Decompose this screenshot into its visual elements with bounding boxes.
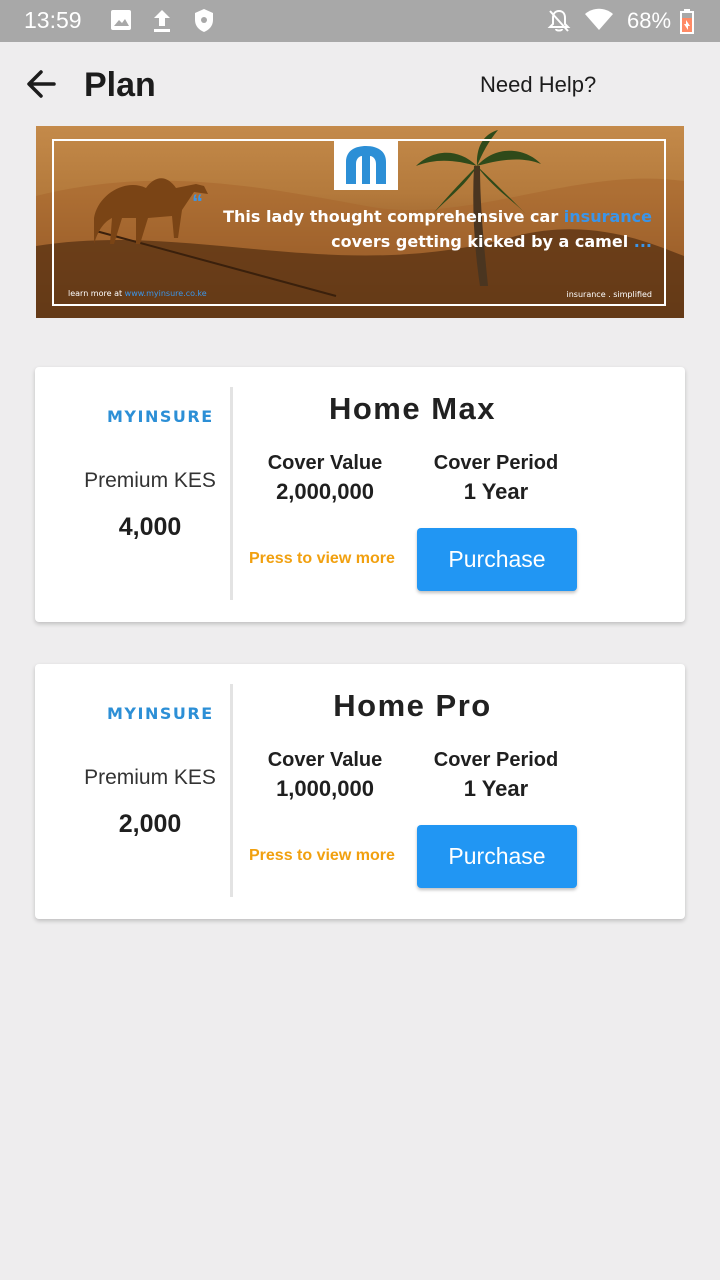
- cover-period: 1 Year: [463, 776, 529, 801]
- shield-icon: [195, 9, 213, 32]
- cover-period-block: Cover Period 1 Year: [406, 749, 586, 802]
- banner-quote-ellipsis: ...: [633, 232, 652, 251]
- cover-period-block: Cover Period 1 Year: [406, 452, 586, 505]
- cover-period-label: Cover Period: [433, 452, 559, 474]
- page-title: Plan: [84, 66, 156, 104]
- banner-learn-more: learn more at www.myinsure.co.ke: [68, 289, 207, 298]
- myinsure-m-icon: [346, 146, 386, 184]
- status-bar: 13:59 68%: [0, 0, 720, 42]
- wifi-icon: [585, 8, 613, 30]
- cover-period: 1 Year: [463, 479, 529, 504]
- banner-quote-highlight: insurance: [563, 207, 652, 226]
- learn-more-prefix: learn more at: [68, 289, 125, 298]
- notifications-off-icon: [547, 9, 571, 32]
- cover-value-label: Cover Value: [267, 452, 383, 474]
- plan-name: Home Pro: [333, 688, 492, 723]
- banner-quote-line-1: This lady thought comprehensive car: [223, 207, 564, 226]
- myinsure-brand-logo: MYINSURE: [107, 407, 214, 426]
- purchase-button[interactable]: Purchase: [417, 825, 577, 888]
- cover-value: 2,000,000: [276, 479, 374, 504]
- back-arrow-icon[interactable]: [24, 66, 60, 102]
- battery-percent: 68%: [627, 8, 672, 33]
- learn-more-link[interactable]: www.myinsure.co.ke: [125, 289, 207, 298]
- banner-tagline: insurance . simplified: [566, 290, 653, 299]
- card-divider: [230, 684, 233, 897]
- status-time: 13:59: [24, 7, 82, 33]
- battery-charging-icon: [680, 9, 694, 34]
- plan-card[interactable]: MYINSURE Premium KES 2,000 Home Pro Cove…: [35, 664, 685, 919]
- view-more-link[interactable]: Press to view more: [249, 847, 395, 865]
- upload-icon: [154, 10, 170, 32]
- banner-quote: This lady thought comprehensive car insu…: [223, 204, 652, 254]
- myinsure-logo-badge: [334, 140, 398, 190]
- quote-mark: “: [192, 190, 203, 215]
- plan-name: Home Max: [328, 391, 497, 426]
- view-more-link[interactable]: Press to view more: [249, 550, 395, 568]
- banner-quote-line-2: covers getting kicked by a camel: [331, 232, 634, 251]
- promo-banner[interactable]: “ This lady thought comprehensive car in…: [36, 126, 684, 318]
- cover-period-label: Cover Period: [433, 749, 559, 771]
- image-icon: [111, 10, 131, 30]
- need-help-link[interactable]: Need Help?: [480, 72, 596, 98]
- card-divider: [230, 387, 233, 600]
- app-bar: Plan Need Help?: [0, 42, 720, 126]
- myinsure-brand-logo: MYINSURE: [107, 704, 214, 723]
- plan-card[interactable]: MYINSURE Premium KES 4,000 Home Max Cove…: [35, 367, 685, 622]
- cover-value-label: Cover Value: [267, 749, 383, 771]
- cover-value-block: Cover Value 1,000,000: [235, 749, 415, 802]
- cover-value: 1,000,000: [276, 776, 374, 801]
- cover-value-block: Cover Value 2,000,000: [235, 452, 415, 505]
- purchase-button[interactable]: Purchase: [417, 528, 577, 591]
